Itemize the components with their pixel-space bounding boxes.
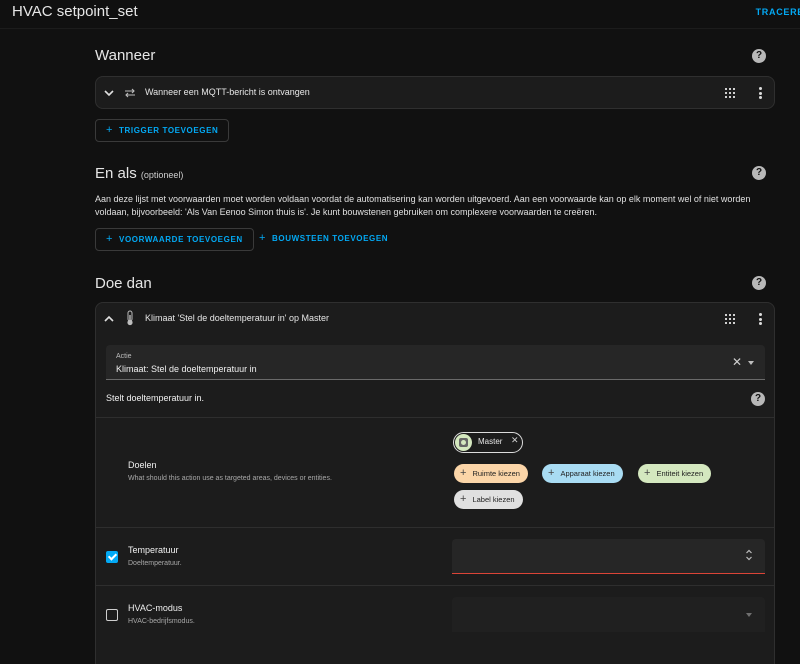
more-vertical-icon[interactable] [758, 313, 762, 325]
action-header-label: Klimaat 'Stel de doeltemperatuur in' op … [145, 313, 330, 323]
target-chip-label: Master [478, 437, 503, 446]
temperature-title: Temperatuur [128, 545, 179, 555]
hvac-mode-title: HVAC-modus [128, 603, 183, 613]
swap-arrows-icon [123, 86, 137, 100]
pick-label-chip[interactable]: + Label kiezen [454, 490, 523, 509]
dropdown-caret-icon[interactable] [746, 613, 752, 617]
add-trigger-button[interactable]: + TRIGGER TOEVOEGEN [95, 119, 230, 142]
target-chip-master[interactable]: Master ✕ [453, 432, 523, 453]
temperature-checkbox[interactable] [106, 551, 118, 563]
hvac-mode-checkbox[interactable] [106, 609, 118, 621]
action-select-value: Klimaat: Stel de doeltemperatuur in [116, 364, 257, 374]
device-icon [455, 434, 472, 451]
dropdown-caret-icon[interactable] [748, 361, 754, 365]
more-vertical-icon[interactable] [758, 87, 762, 99]
action-card: Klimaat 'Stel de doeltemperatuur in' op … [95, 302, 775, 664]
divider [96, 527, 774, 528]
chevron-up-icon[interactable] [103, 313, 115, 325]
action-select-label: Actie [116, 353, 132, 360]
stepper-icon[interactable] [745, 548, 753, 562]
help-icon[interactable]: ? [751, 392, 765, 406]
optional-label: (optioneel) [140, 170, 184, 180]
temperature-input[interactable] [452, 539, 765, 574]
trigger-label: Wanneer een MQTT-bericht is ontvangen [145, 87, 310, 97]
action-description: Stelt doeltemperatuur in. [106, 393, 205, 403]
help-icon[interactable]: ? [752, 166, 766, 180]
then-do-section-title: Doe dan [95, 275, 152, 292]
hvac-mode-subtitle: HVAC-bedrijfsmodus. [128, 618, 195, 625]
when-section-title: Wanneer [95, 47, 156, 64]
hvac-mode-select[interactable] [452, 597, 765, 632]
conditions-description: Aan deze lijst met voorwaarden moet word… [95, 194, 751, 217]
and-if-section-title: En als (optioneel) [95, 165, 184, 182]
clear-icon[interactable]: ✕ [732, 355, 742, 369]
targets-title: Doelen [128, 460, 157, 470]
help-icon[interactable]: ? [752, 49, 766, 63]
remove-chip-icon[interactable]: ✕ [511, 435, 519, 446]
add-condition-button[interactable]: + VOORWAARDE TOEVOEGEN [95, 228, 254, 251]
pick-entity-chip[interactable]: + Entiteit kiezen [638, 464, 712, 483]
targets-subtitle: What should this action use as targeted … [128, 475, 332, 482]
pick-device-chip[interactable]: + Apparaat kiezen [542, 464, 623, 483]
drag-handle-icon[interactable] [725, 88, 735, 98]
help-icon[interactable]: ? [752, 276, 766, 290]
action-select[interactable]: Actie Klimaat: Stel de doeltemperatuur i… [106, 345, 765, 380]
divider [96, 417, 774, 418]
chevron-down-icon[interactable] [103, 87, 115, 99]
drag-handle-icon[interactable] [725, 314, 735, 324]
thermometer-icon [125, 310, 135, 326]
traces-link[interactable]: TRACERE [756, 7, 800, 17]
page-title: HVAC setpoint_set [12, 3, 138, 20]
pick-area-chip[interactable]: + Ruimte kiezen [454, 464, 528, 483]
top-bar: HVAC setpoint_set TRACERE [0, 0, 800, 29]
divider [96, 585, 774, 586]
add-building-block-button[interactable]: + BOUWSTEEN TOEVOEGEN [259, 228, 388, 251]
trigger-card[interactable]: Wanneer een MQTT-bericht is ontvangen [95, 76, 775, 109]
temperature-subtitle: Doeltemperatuur. [128, 560, 182, 567]
